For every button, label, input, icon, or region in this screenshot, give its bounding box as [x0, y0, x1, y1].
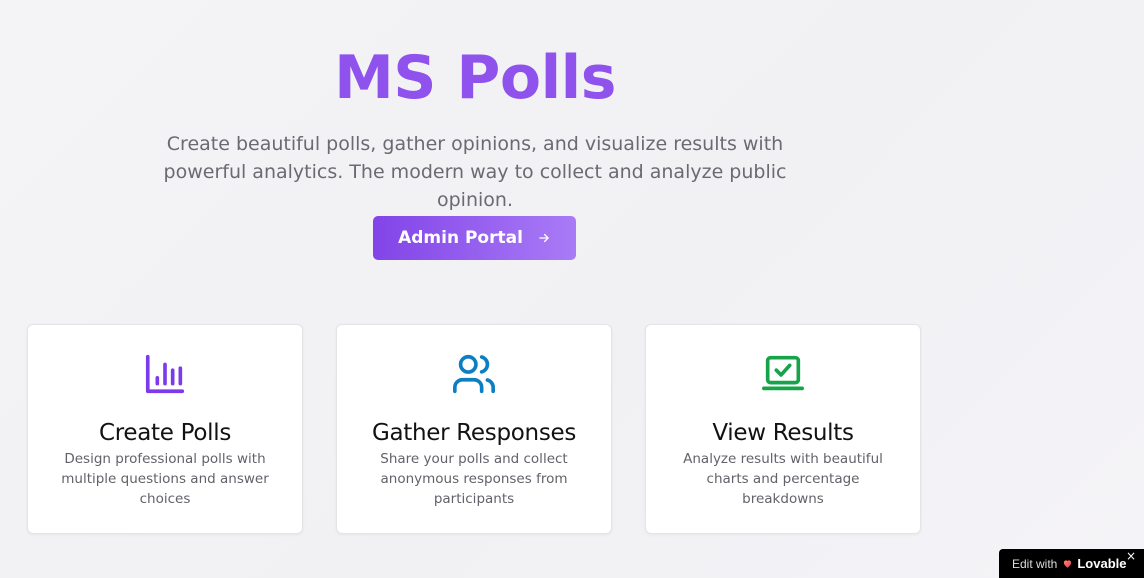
laptop-check-icon [646, 351, 920, 397]
feature-title: View Results [712, 420, 854, 446]
feature-card-create-polls: Create Polls Design professional polls w… [27, 324, 303, 534]
close-badge-icon[interactable]: × [1125, 550, 1137, 562]
badge-brand: Lovable [1077, 556, 1127, 571]
badge-edit-text: Edit with [1012, 556, 1058, 571]
feature-description: Analyze results with beautiful charts an… [683, 451, 883, 507]
feature-description: Share your polls and collect anonymous r… [380, 451, 568, 507]
feature-title: Create Polls [98, 420, 232, 446]
bar-chart-icon [28, 351, 302, 397]
feature-card-gather-responses: Gather Responses Share your polls and co… [336, 324, 612, 534]
lovable-heart-icon [1062, 558, 1073, 569]
page-title: MS Polls [334, 43, 616, 113]
feature-description: Design professional polls with multiple … [61, 451, 269, 507]
users-icon [337, 351, 611, 397]
admin-portal-label: Admin Portal [398, 228, 523, 248]
admin-portal-button[interactable]: Admin Portal [373, 216, 576, 260]
hero-subtitle: Create beautiful polls, gather opinions,… [163, 133, 787, 211]
edit-with-lovable-badge[interactable]: Edit with Lovable [999, 549, 1144, 578]
feature-card-view-results: View Results Analyze results with beauti… [645, 324, 921, 534]
feature-title: Gather Responses [371, 420, 577, 446]
arrow-right-icon [537, 231, 551, 245]
